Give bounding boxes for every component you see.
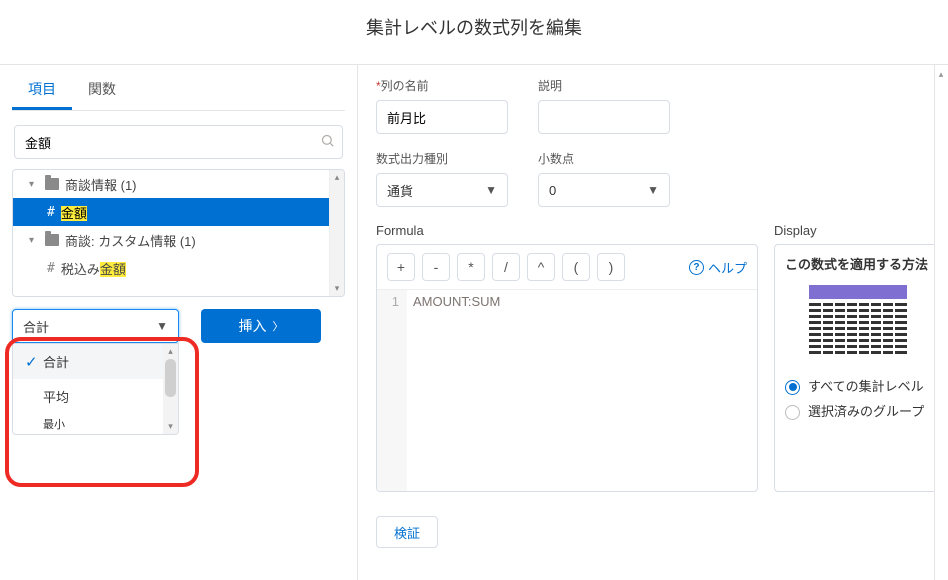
display-title: この数式を適用する方法 bbox=[785, 255, 931, 275]
op-mul-button[interactable]: * bbox=[457, 253, 485, 281]
folder-icon bbox=[45, 234, 59, 246]
search-input[interactable] bbox=[14, 125, 343, 159]
radio-all-levels[interactable]: すべての集計レベル bbox=[785, 377, 931, 397]
op-rparen-button[interactable]: ) bbox=[597, 253, 625, 281]
output-type-value: 通貨 bbox=[387, 181, 413, 200]
radio-label: すべての集計レベル bbox=[808, 377, 931, 397]
number-type-icon: # bbox=[47, 205, 55, 220]
tree-field-label: 金額 bbox=[61, 203, 87, 222]
dropdown-option-avg[interactable]: 平均 bbox=[13, 379, 178, 414]
insert-button[interactable]: 挿入 〉 bbox=[201, 309, 321, 343]
formula-box: + - * / ^ ( ) ? ヘルプ 1 AMOUNT bbox=[376, 244, 758, 492]
tree-folder[interactable]: ▾ 商談: カスタム情報 (1) bbox=[13, 226, 344, 254]
output-type-label: 数式出力種別 bbox=[376, 150, 508, 167]
op-div-button[interactable]: / bbox=[492, 253, 520, 281]
dropdown-option-min[interactable]: 最小 bbox=[13, 414, 178, 434]
left-tabs: 項目 関数 bbox=[12, 69, 345, 111]
insert-label: 挿入 bbox=[239, 316, 267, 336]
aggregate-value: 合計 bbox=[23, 317, 49, 336]
editor-gutter: 1 bbox=[377, 290, 407, 492]
description-input[interactable] bbox=[538, 100, 670, 134]
display-box: この数式を適用する方法 bbox=[774, 244, 942, 492]
chevron-down-icon: ▼ bbox=[156, 319, 168, 333]
help-text: ヘルプ bbox=[708, 258, 747, 277]
field-tree: ▾ 商談情報 (1) # 金額 ▾ 商談: カスタム情報 (1) # 税込み金額 bbox=[12, 169, 345, 297]
formula-label: Formula bbox=[376, 223, 758, 238]
help-link[interactable]: ? ヘルプ bbox=[689, 258, 747, 277]
op-plus-button[interactable]: + bbox=[387, 253, 415, 281]
number-type-icon: # bbox=[47, 261, 55, 276]
op-minus-button[interactable]: - bbox=[422, 253, 450, 281]
aggregate-dropdown: ✓ 合計 平均 最小 bbox=[12, 343, 179, 435]
formula-toolbar: + - * / ^ ( ) ? ヘルプ bbox=[377, 245, 757, 290]
tree-label: 商談情報 (1) bbox=[65, 175, 137, 194]
decimal-select[interactable]: 0 ▼ bbox=[538, 173, 670, 207]
radio-icon bbox=[785, 380, 800, 395]
radio-label: 選択済みのグループ bbox=[808, 402, 931, 422]
decimal-label: 小数点 bbox=[538, 150, 670, 167]
caret-down-icon: ▾ bbox=[29, 179, 41, 190]
tree-field[interactable]: # 金額 bbox=[13, 198, 344, 226]
tree-scrollbar[interactable] bbox=[329, 170, 344, 296]
column-name-label: *列の名前 bbox=[376, 77, 508, 94]
help-icon: ? bbox=[689, 260, 704, 275]
radio-selected-group[interactable]: 選択済みのグループ bbox=[785, 402, 931, 422]
chevron-down-icon: ▼ bbox=[485, 183, 497, 197]
search-icon bbox=[320, 133, 335, 151]
right-scrollbar[interactable]: ▴ bbox=[934, 65, 948, 580]
validate-button[interactable]: 検証 bbox=[376, 516, 438, 548]
tree-folder[interactable]: ▾ 商談情報 (1) bbox=[13, 170, 344, 198]
dropdown-scrollbar[interactable] bbox=[163, 344, 178, 434]
tree-field-label: 税込み金額 bbox=[61, 259, 126, 278]
op-pow-button[interactable]: ^ bbox=[527, 253, 555, 281]
check-icon: ✓ bbox=[25, 353, 43, 371]
output-type-select[interactable]: 通貨 ▼ bbox=[376, 173, 508, 207]
op-lparen-button[interactable]: ( bbox=[562, 253, 590, 281]
option-label: 合計 bbox=[43, 352, 69, 371]
decimal-value: 0 bbox=[549, 183, 556, 198]
display-label: Display bbox=[774, 223, 942, 238]
right-pane: *列の名前 説明 数式出力種別 通貨 ▼ 小数点 0 ▼ bbox=[358, 65, 948, 580]
display-preview-icon bbox=[809, 285, 907, 361]
folder-icon bbox=[45, 178, 59, 190]
tree-field[interactable]: # 税込み金額 bbox=[13, 254, 344, 282]
chevron-right-icon: 〉 bbox=[273, 318, 284, 334]
tab-functions[interactable]: 関数 bbox=[72, 69, 132, 110]
tree-label: 商談: カスタム情報 (1) bbox=[65, 231, 196, 250]
formula-editor[interactable]: 1 AMOUNT:SUM bbox=[377, 290, 757, 492]
option-label: 平均 bbox=[43, 387, 69, 406]
tab-fields[interactable]: 項目 bbox=[12, 69, 72, 110]
description-label: 説明 bbox=[538, 77, 670, 94]
left-pane: 項目 関数 ▾ 商談情報 (1) # 金額 ▾ 商談: カスタム情報 (1) bbox=[0, 65, 358, 580]
dropdown-option-sum[interactable]: ✓ 合計 bbox=[13, 344, 178, 379]
aggregate-select[interactable]: 合計 ▼ bbox=[12, 309, 179, 343]
option-label: 最小 bbox=[43, 416, 65, 432]
caret-down-icon: ▾ bbox=[29, 235, 41, 246]
dialog-title: 集計レベルの数式列を編集 bbox=[0, 0, 948, 64]
editor-code: AMOUNT:SUM bbox=[407, 290, 757, 492]
column-name-input[interactable] bbox=[376, 100, 508, 134]
radio-icon bbox=[785, 405, 800, 420]
chevron-down-icon: ▼ bbox=[647, 183, 659, 197]
